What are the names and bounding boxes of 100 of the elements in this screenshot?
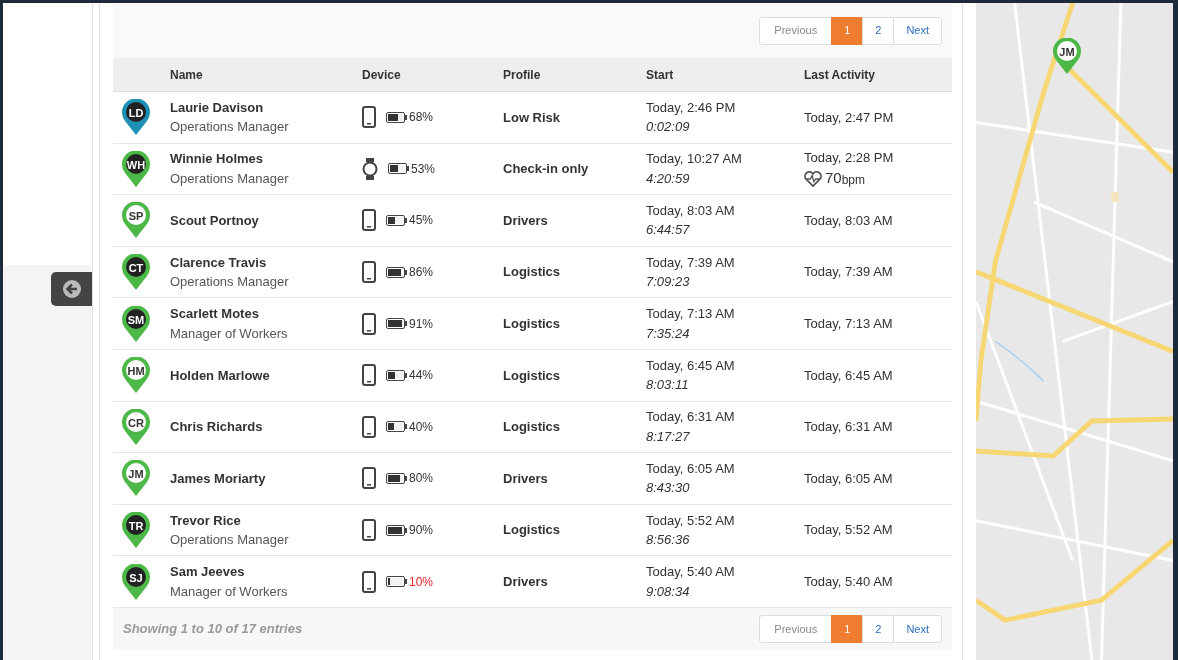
duration: 6:44:57 <box>646 221 691 240</box>
start-time: Today, 6:45 AM <box>646 356 736 375</box>
person-name: James Moriarty <box>170 469 267 488</box>
avatar-pin: CR <box>121 408 151 445</box>
profile-cell-text: Logistics <box>503 314 562 333</box>
phone-icon <box>362 106 376 129</box>
avatar-pin: SM <box>121 305 151 342</box>
last-activity: Today, 7:39 AM <box>804 263 894 282</box>
phone-icon <box>362 467 376 490</box>
last-activity: Today, 6:05 AM <box>804 469 894 488</box>
duration: 7:35:24 <box>646 324 691 343</box>
pagination-button[interactable]: 2 <box>862 614 895 643</box>
battery-percent: 10% <box>409 573 434 591</box>
start-time: Today, 2:46 PM <box>646 98 737 117</box>
profile-cell-text: Drivers <box>503 469 549 488</box>
start-time: Today, 5:52 AM <box>646 511 736 530</box>
profile-cell-text: Low Risk <box>503 108 562 127</box>
person-role: Operations Manager <box>170 169 290 188</box>
profile-cell-text: Logistics <box>503 521 562 540</box>
last-activity: Today, 6:45 AM <box>804 366 894 385</box>
last-activity: Today, 2:47 PM <box>804 108 895 127</box>
person-name: Scout Portnoy <box>170 211 260 230</box>
duration: 9:08:34 <box>646 582 691 601</box>
last-activity: Today, 5:40 AM <box>804 572 894 591</box>
start-time: Today, 7:39 AM <box>646 253 736 272</box>
battery-percent: 45% <box>409 212 434 230</box>
phone-icon <box>362 415 376 438</box>
avatar-pin: SP <box>121 202 151 239</box>
avatar-pin: HM <box>121 357 151 394</box>
start-time: Today, 8:03 AM <box>646 202 736 220</box>
battery-percent: 68% <box>409 109 434 127</box>
battery-percent: 44% <box>409 367 434 385</box>
collapse-button[interactable] <box>51 272 92 306</box>
duration: 8:17:27 <box>646 427 691 446</box>
person-role: Operations Manager <box>170 273 290 292</box>
pagination-button[interactable]: Previous <box>759 16 833 45</box>
column-header: Start <box>646 66 675 84</box>
duration: 8:43:30 <box>646 479 691 498</box>
duration: 8:03:11 <box>646 376 690 395</box>
last-activity: Today, 2:28 PM <box>804 148 895 167</box>
column-header: Profile <box>503 66 542 84</box>
last-activity: Today, 7:13 AM <box>804 314 894 333</box>
person-name: Clarence Travis <box>170 253 268 272</box>
phone-icon <box>362 312 376 335</box>
battery-percent: 53% <box>411 160 436 178</box>
battery-percent: 86% <box>409 264 434 282</box>
last-activity: Today, 8:03 AM <box>804 211 894 230</box>
avatar-pin: WH <box>121 150 151 187</box>
pagination-button[interactable]: Next <box>893 16 942 45</box>
battery-percent: 80% <box>409 470 434 488</box>
avatar-pin: CT <box>121 254 151 291</box>
start-time: Today, 7:13 AM <box>646 305 736 324</box>
avatar-pin: SJ <box>121 563 151 600</box>
column-header: Device <box>362 66 402 84</box>
duration: 7:09:23 <box>646 273 691 292</box>
person-name: Sam Jeeves <box>170 563 246 582</box>
duration: 0:02:09 <box>646 118 691 137</box>
phone-icon <box>362 261 376 284</box>
phone-icon <box>362 364 376 387</box>
entries-info: Showing 1 to 10 of 17 entries <box>123 620 303 639</box>
person-role: Operations Manager <box>170 531 290 550</box>
heart-rate: 70 <box>825 168 842 189</box>
pagination-button[interactable]: 2 <box>862 16 895 45</box>
column-header: Name <box>170 66 204 84</box>
profile-cell-text: Drivers <box>503 572 549 591</box>
avatar-pin: JM <box>1052 38 1082 74</box>
avatar-pin: LD <box>121 99 151 136</box>
last-activity: Today, 5:52 AM <box>804 521 894 540</box>
pagination-button[interactable]: Previous <box>759 614 833 643</box>
phone-icon <box>362 209 376 232</box>
start-time: Today, 10:27 AM <box>646 150 743 169</box>
profile-cell-text: Logistics <box>503 263 562 282</box>
profile-cell-text: Check-in only <box>503 160 590 179</box>
start-time: Today, 6:05 AM <box>646 459 736 478</box>
person-name: Laurie Davison <box>170 98 265 117</box>
avatar-pin: TR <box>121 512 151 549</box>
person-role: Manager of Workers <box>170 324 289 343</box>
heart-rate-unit: bpm <box>841 172 866 190</box>
duration: 8:56:36 <box>646 531 691 550</box>
pagination-button[interactable]: Next <box>893 614 942 643</box>
person-name: Scarlett Motes <box>170 305 260 324</box>
phone-icon <box>362 519 376 542</box>
battery-percent: 91% <box>409 315 434 333</box>
duration: 4:20:59 <box>646 169 691 188</box>
battery-percent: 40% <box>409 418 434 436</box>
start-time: Today, 6:31 AM <box>646 408 736 427</box>
battery-percent: 90% <box>409 522 434 540</box>
start-time: Today, 5:40 AM <box>646 563 736 582</box>
watch-icon <box>362 157 378 180</box>
profile-cell-text: Logistics <box>503 418 562 437</box>
phone-icon <box>362 570 376 593</box>
person-name: Trevor Rice <box>170 511 242 530</box>
person-name: Chris Richards <box>170 418 264 437</box>
person-name: Holden Marlowe <box>170 366 271 385</box>
profile-cell-text: Logistics <box>503 366 562 385</box>
column-header: Last Activity <box>804 66 876 84</box>
last-activity: Today, 6:31 AM <box>804 418 894 437</box>
profile-cell-text: Drivers <box>503 211 549 230</box>
person-role: Operations Manager <box>170 118 290 137</box>
person-role: Manager of Workers <box>170 582 289 601</box>
